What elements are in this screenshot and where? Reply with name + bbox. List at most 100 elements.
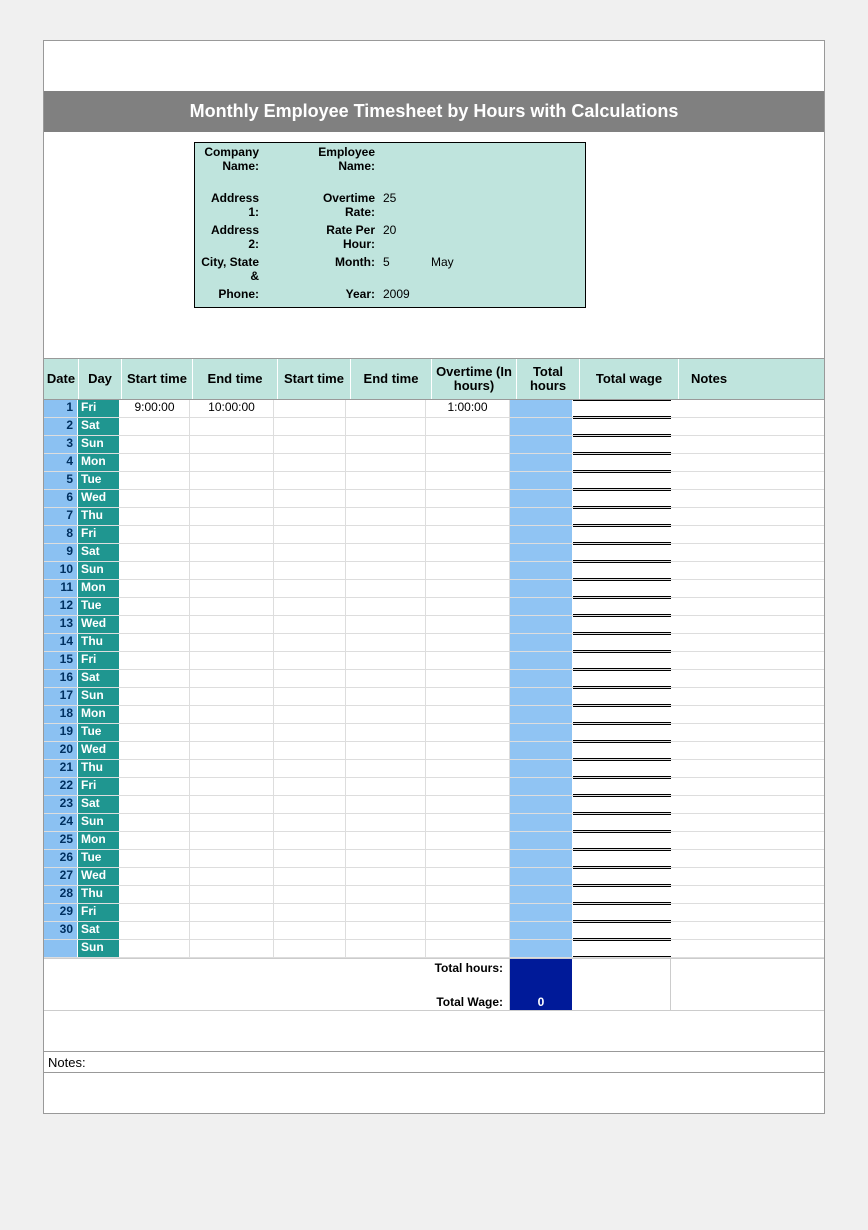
- cell-end1[interactable]: [190, 454, 274, 471]
- cell-end1[interactable]: [190, 598, 274, 615]
- cell-notes[interactable]: [671, 796, 731, 813]
- cell-overtime[interactable]: [426, 778, 510, 795]
- cell-notes[interactable]: [671, 544, 731, 561]
- cell-end2[interactable]: [346, 868, 426, 885]
- cell-overtime[interactable]: [426, 418, 510, 435]
- cell-overtime[interactable]: [426, 454, 510, 471]
- cell-start2[interactable]: [274, 670, 346, 687]
- cell-end1[interactable]: [190, 742, 274, 759]
- cell-overtime[interactable]: [426, 742, 510, 759]
- cell-start2[interactable]: [274, 562, 346, 579]
- cell-start2[interactable]: [274, 706, 346, 723]
- cell-start2[interactable]: [274, 778, 346, 795]
- cell-end1[interactable]: [190, 922, 274, 939]
- cell-date[interactable]: 21: [44, 760, 78, 777]
- cell-start2[interactable]: [274, 832, 346, 849]
- cell-notes[interactable]: [671, 670, 731, 687]
- cell-end2[interactable]: [346, 562, 426, 579]
- cell-end2[interactable]: [346, 778, 426, 795]
- cell-end2[interactable]: [346, 652, 426, 669]
- cell-overtime[interactable]: [426, 436, 510, 453]
- cell-notes[interactable]: [671, 724, 731, 741]
- cell-date[interactable]: 15: [44, 652, 78, 669]
- cell-notes[interactable]: [671, 652, 731, 669]
- cell-start2[interactable]: [274, 454, 346, 471]
- cell-end2[interactable]: [346, 814, 426, 831]
- cell-start1[interactable]: [120, 796, 190, 813]
- cell-date[interactable]: 12: [44, 598, 78, 615]
- cell-date[interactable]: 14: [44, 634, 78, 651]
- year-value[interactable]: 2009: [379, 285, 427, 307]
- cell-notes[interactable]: [671, 454, 731, 471]
- cell-notes[interactable]: [671, 850, 731, 867]
- cell-end1[interactable]: [190, 490, 274, 507]
- cell-overtime[interactable]: [426, 940, 510, 957]
- cell-start2[interactable]: [274, 634, 346, 651]
- city-value[interactable]: [263, 253, 311, 285]
- cell-end2[interactable]: [346, 742, 426, 759]
- cell-end2[interactable]: [346, 490, 426, 507]
- cell-start2[interactable]: [274, 652, 346, 669]
- cell-date[interactable]: 29: [44, 904, 78, 921]
- overtime-value[interactable]: 25: [379, 189, 427, 221]
- cell-start1[interactable]: [120, 904, 190, 921]
- cell-overtime[interactable]: 1:00:00: [426, 400, 510, 417]
- cell-end1[interactable]: [190, 868, 274, 885]
- cell-date[interactable]: 4: [44, 454, 78, 471]
- cell-start2[interactable]: [274, 904, 346, 921]
- cell-overtime[interactable]: [426, 472, 510, 489]
- cell-end1[interactable]: [190, 562, 274, 579]
- cell-end2[interactable]: [346, 580, 426, 597]
- cell-end1[interactable]: [190, 796, 274, 813]
- cell-notes[interactable]: [671, 490, 731, 507]
- cell-notes[interactable]: [671, 940, 731, 957]
- cell-overtime[interactable]: [426, 886, 510, 903]
- cell-end2[interactable]: [346, 400, 426, 417]
- cell-date[interactable]: 22: [44, 778, 78, 795]
- cell-overtime[interactable]: [426, 526, 510, 543]
- cell-end2[interactable]: [346, 634, 426, 651]
- cell-end2[interactable]: [346, 724, 426, 741]
- cell-date[interactable]: 24: [44, 814, 78, 831]
- cell-end2[interactable]: [346, 850, 426, 867]
- cell-notes[interactable]: [671, 598, 731, 615]
- cell-end1[interactable]: [190, 472, 274, 489]
- cell-start2[interactable]: [274, 472, 346, 489]
- cell-notes[interactable]: [671, 508, 731, 525]
- cell-end1[interactable]: [190, 634, 274, 651]
- cell-end2[interactable]: [346, 796, 426, 813]
- cell-overtime[interactable]: [426, 490, 510, 507]
- cell-notes[interactable]: [671, 886, 731, 903]
- cell-start1[interactable]: [120, 670, 190, 687]
- cell-date[interactable]: 16: [44, 670, 78, 687]
- company-value[interactable]: [263, 143, 311, 175]
- cell-date[interactable]: 13: [44, 616, 78, 633]
- cell-overtime[interactable]: [426, 706, 510, 723]
- cell-end2[interactable]: [346, 472, 426, 489]
- cell-start2[interactable]: [274, 886, 346, 903]
- cell-start1[interactable]: [120, 940, 190, 957]
- cell-date[interactable]: 19: [44, 724, 78, 741]
- cell-notes[interactable]: [671, 472, 731, 489]
- cell-start2[interactable]: [274, 526, 346, 543]
- cell-start1[interactable]: [120, 454, 190, 471]
- cell-start1[interactable]: [120, 922, 190, 939]
- cell-start1[interactable]: [120, 508, 190, 525]
- cell-start2[interactable]: [274, 940, 346, 957]
- cell-start1[interactable]: [120, 850, 190, 867]
- cell-end2[interactable]: [346, 940, 426, 957]
- cell-end1[interactable]: [190, 508, 274, 525]
- cell-end1[interactable]: 10:00:00: [190, 400, 274, 417]
- cell-date[interactable]: 17: [44, 688, 78, 705]
- cell-date[interactable]: 10: [44, 562, 78, 579]
- cell-notes[interactable]: [671, 436, 731, 453]
- cell-start1[interactable]: [120, 778, 190, 795]
- cell-start2[interactable]: [274, 490, 346, 507]
- cell-notes[interactable]: [671, 706, 731, 723]
- cell-end2[interactable]: [346, 616, 426, 633]
- cell-date[interactable]: 8: [44, 526, 78, 543]
- cell-notes[interactable]: [671, 526, 731, 543]
- cell-notes[interactable]: [671, 904, 731, 921]
- cell-end1[interactable]: [190, 832, 274, 849]
- cell-start2[interactable]: [274, 688, 346, 705]
